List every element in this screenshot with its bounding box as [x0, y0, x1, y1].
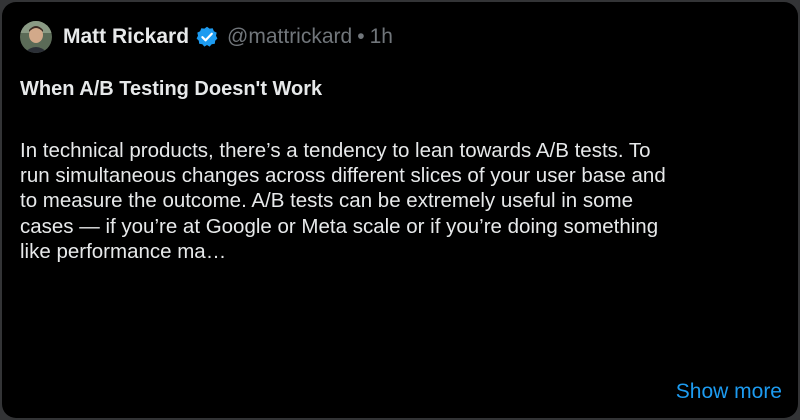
post-body: In technical products, there’s a tendenc…: [20, 138, 790, 264]
post-body-line: like performance ma…: [20, 239, 227, 263]
verified-badge-icon: [196, 26, 218, 48]
post-body-line: In technical products, there’s a tendenc…: [20, 139, 651, 162]
post-card[interactable]: Matt Rickard @mattrickard • 1h When A/B …: [2, 2, 798, 418]
separator-dot: •: [357, 25, 365, 48]
post-title: When A/B Testing Doesn't Work: [20, 78, 323, 100]
avatar[interactable]: [20, 21, 52, 53]
post-body-line: run simultaneous changes across differen…: [20, 164, 666, 188]
post-body-line: to measure the outcome. A/B tests can be…: [20, 189, 634, 213]
post-body-line: cases — if you’re at Google or Meta scal…: [20, 214, 659, 238]
post-header: Matt Rickard @mattrickard • 1h: [20, 21, 393, 53]
author-handle[interactable]: @mattrickard: [227, 25, 352, 49]
show-more-link[interactable]: Show more: [676, 380, 782, 404]
author-name[interactable]: Matt Rickard: [63, 25, 189, 49]
post-time[interactable]: 1h: [370, 25, 393, 49]
